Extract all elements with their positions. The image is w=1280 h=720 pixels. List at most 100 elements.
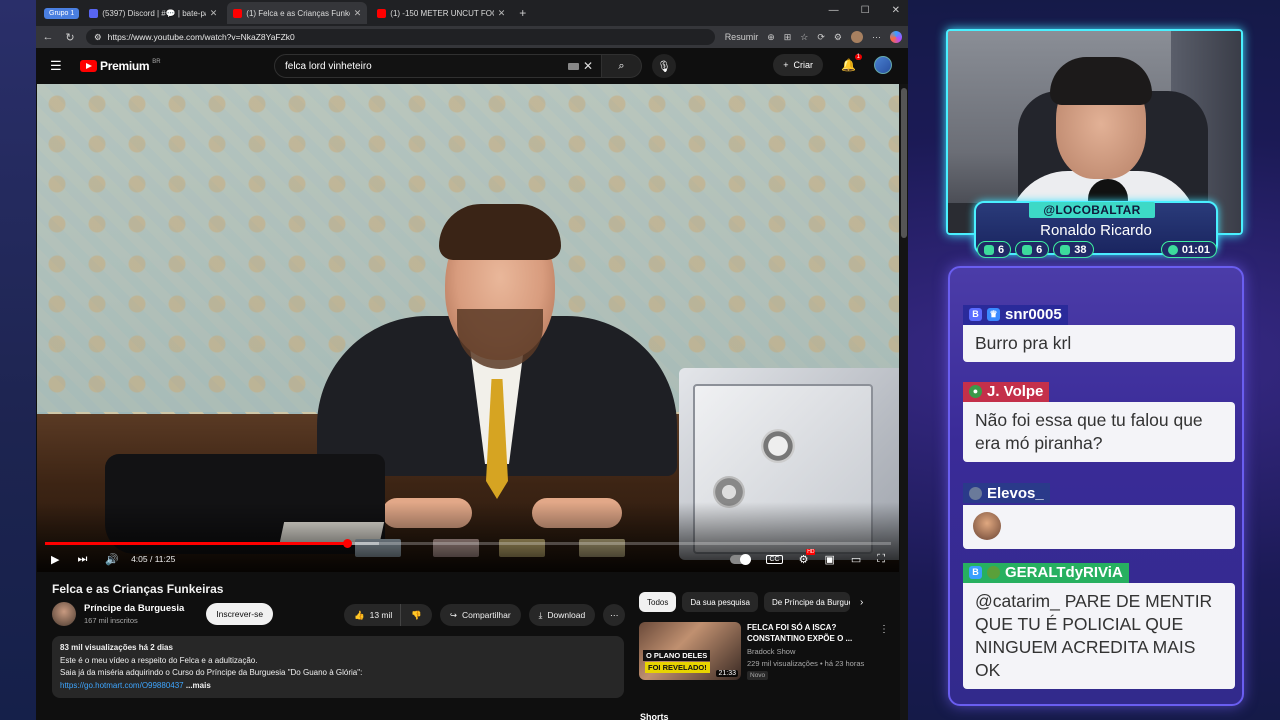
more-dots-icon: ⋯	[609, 609, 619, 620]
player-controls-right: CC ⚙ ▣ ▭ ⛶	[730, 548, 885, 566]
account-avatar[interactable]	[874, 56, 892, 74]
sync-icon[interactable]: ⟳	[817, 32, 825, 43]
video-title: Felca e as Crianças Funkeiras	[52, 582, 224, 596]
thumbs-up-icon: 👍	[354, 609, 365, 620]
play-icon[interactable]: ▶	[51, 553, 59, 566]
voice-search-button[interactable]: 🎙	[652, 54, 676, 78]
maximize-icon[interactable]: ☐	[861, 5, 870, 16]
reload-icon[interactable]: ↻	[64, 31, 76, 44]
volume-icon[interactable]: 🔊	[105, 553, 119, 566]
stat-value: 6	[998, 243, 1005, 256]
played-bar	[45, 542, 348, 545]
recommended-video[interactable]: O PLANO DELES FOI REVELADO! 21:33 FELCA …	[639, 622, 889, 680]
close-tab-icon[interactable]: ✕	[354, 8, 362, 19]
chat-message: B GERALTdyRIViA @catarim_ PARE DE MENTIR…	[963, 562, 1235, 689]
keyboard-icon[interactable]	[568, 63, 579, 70]
bookmark-star-icon[interactable]: ☆	[800, 32, 808, 43]
menu-dots-icon[interactable]: ⋯	[872, 32, 881, 43]
download-label: Download	[547, 610, 586, 620]
description-link[interactable]: https://go.hotmart.com/O99880437	[60, 681, 184, 690]
tab-group-label[interactable]: Grupo 1	[44, 7, 80, 19]
tab-title: (1) Felca e as Crianças Funkeiras	[246, 8, 349, 18]
show-more-link[interactable]: ...mais	[186, 681, 211, 690]
resumir-button[interactable]: Resumir	[725, 32, 759, 42]
recommended-title[interactable]: FELCA FOI SÓ A ISCA? CONSTANTINO EXPÕE O…	[747, 622, 889, 644]
youtube-icon	[1022, 244, 1033, 255]
tab-title: (5397) Discord | #💬 | bate-papo	[102, 8, 205, 18]
more-actions-button[interactable]: ⋯	[603, 604, 626, 626]
menu-hamburger-icon[interactable]: ☰	[50, 58, 66, 74]
share-icon: ↪	[449, 609, 457, 620]
address-bar[interactable]: ⚙ https://www.youtube.com/watch?v=NkaZ8Y…	[86, 29, 715, 45]
scrollbar-thumb[interactable]	[901, 88, 907, 238]
search-button[interactable]: ⌕	[602, 54, 642, 78]
close-window-icon[interactable]: ✕	[892, 5, 900, 16]
description-box[interactable]: 83 mil visualizações há 2 dias Este é o …	[52, 636, 624, 698]
channel-avatar[interactable]	[52, 602, 76, 626]
recommended-thumbnail[interactable]: O PLANO DELES FOI REVELADO! 21:33	[639, 622, 741, 680]
settings-gear-icon[interactable]: ⚙	[799, 548, 816, 566]
new-tab-icon[interactable]: +	[519, 6, 526, 20]
progress-bar[interactable]	[45, 539, 891, 548]
plus-icon: +	[783, 60, 789, 70]
eye-icon	[1060, 244, 1071, 255]
youtube-favicon-icon	[233, 8, 243, 18]
search-input[interactable]: felca lord vinheteiro ✕	[274, 54, 602, 78]
share-label: Compartilhar	[462, 610, 511, 620]
settings-icon[interactable]: ⚙	[834, 32, 842, 43]
chat-username-tag: Elevos_	[963, 483, 1050, 503]
download-icon: ⤓	[538, 609, 543, 620]
chevron-right-icon[interactable]: ›	[860, 597, 863, 608]
video-player[interactable]: ▶ ⏭ 🔊 4:05 / 11:25 CC ⚙ ▣ ▭ ⛶	[37, 84, 899, 572]
miniplayer-icon[interactable]: ▣	[824, 553, 834, 566]
copilot-icon[interactable]	[890, 31, 902, 43]
tab-uncut-footage[interactable]: (1) -150 METER UNCUT FOOTAGE ✕	[371, 2, 511, 24]
translate-icon[interactable]: ⊕	[767, 32, 775, 43]
download-button[interactable]: ⤓ Download	[528, 604, 596, 626]
share-button[interactable]: ↪ Compartilhar	[439, 604, 521, 626]
notifications-bell-icon[interactable]: 🔔 1	[841, 54, 862, 72]
chip-todos[interactable]: Todos	[639, 592, 677, 612]
create-label: Criar	[793, 60, 814, 70]
chat-username: snr0005	[1005, 306, 1062, 323]
clear-search-icon[interactable]: ✕	[583, 59, 593, 73]
search-icon: ⌕	[618, 59, 625, 72]
recommended-channel[interactable]: Bradock Show	[747, 647, 889, 656]
close-tab-icon[interactable]: ✕	[210, 8, 218, 19]
channel-name[interactable]: Príncipe da Burguesia	[84, 603, 184, 614]
profile-avatar-icon[interactable]	[851, 31, 863, 43]
stat-uptime: 01:01	[1160, 241, 1217, 258]
window-controls: — ☐ ✕	[829, 5, 900, 16]
like-button[interactable]: 👍 13 mil	[344, 604, 401, 626]
video-actions: 👍 13 mil 👎 ↪ Compartilhar ⤓ Download ⋯	[344, 604, 626, 626]
user-avatar-icon	[969, 486, 982, 500]
back-icon[interactable]: ←	[42, 31, 54, 43]
fullscreen-icon[interactable]: ⛶	[877, 553, 885, 566]
search-query: felca lord vinheteiro	[285, 60, 372, 72]
youtube-logo[interactable]: Premium BR	[80, 59, 161, 73]
next-icon[interactable]: ⏭	[77, 553, 87, 566]
tab-felca-video[interactable]: (1) Felca e as Crianças Funkeiras ✕	[227, 2, 368, 24]
chip-da-sua-pesquisa[interactable]: Da sua pesquisa	[682, 592, 758, 612]
kebab-menu-icon[interactable]: ⋮	[879, 624, 889, 635]
platform-badge-icon: B	[969, 566, 982, 579]
subtitles-icon[interactable]: CC	[766, 554, 783, 564]
site-info-icon[interactable]: ⚙	[94, 32, 102, 43]
scrubber-handle[interactable]	[343, 539, 353, 548]
filter-chips: Todos Da sua pesquisa De Príncipe da Bur…	[639, 592, 863, 612]
browser-window: Grupo 1 (5397) Discord | #💬 | bate-papo …	[36, 0, 908, 720]
stat-value: 6	[1036, 243, 1043, 256]
page-scrollbar[interactable]	[900, 84, 908, 720]
theater-mode-icon[interactable]: ▭	[851, 553, 861, 566]
frog-emote-icon	[987, 566, 1000, 579]
tab-discord[interactable]: (5397) Discord | #💬 | bate-papo ✕	[83, 2, 223, 24]
extensions-icon[interactable]: ⊞	[784, 32, 792, 43]
create-button[interactable]: + Criar	[773, 54, 824, 76]
dislike-button[interactable]: 👎	[400, 604, 432, 626]
chip-de-principe-da-burguesia[interactable]: De Príncipe da Burguesia	[763, 592, 850, 612]
subscribe-button[interactable]: Inscrever-se	[206, 603, 274, 625]
autoplay-toggle[interactable]	[730, 553, 752, 565]
chat-bubble-icon	[984, 244, 994, 255]
close-tab-icon[interactable]: ✕	[498, 8, 506, 19]
minimize-icon[interactable]: —	[829, 5, 839, 16]
